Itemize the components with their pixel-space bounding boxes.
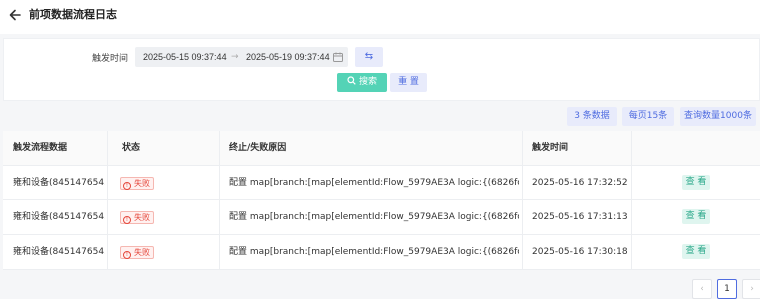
alert-icon: ! (123, 216, 131, 224)
trigger-time-label: 触发时间 (92, 54, 129, 64)
log-table: 触发流程数据 状态 终止/失败原因 触发时间 雍和设备(845147654...… (3, 131, 760, 270)
table-header (3, 131, 760, 165)
top-bar: 前项数据流程日志 (0, 0, 760, 34)
arrow-left-icon[interactable] (8, 8, 22, 22)
date-range-picker[interactable]: 2025-05-15 09:37:44 → 2025-05-19 09:37:4… (135, 47, 348, 67)
column-header-status: 状态 (122, 131, 141, 165)
status-badge: ! 失败 (120, 211, 154, 224)
view-button[interactable]: 查 看 (682, 175, 710, 190)
view-button[interactable]: 查 看 (682, 244, 710, 259)
page-number-1[interactable]: 1 (717, 279, 737, 299)
view-button[interactable]: 查 看 (682, 209, 710, 224)
end-date[interactable]: 2025-05-19 09:37:44 (246, 51, 330, 63)
next-page-button[interactable]: › (742, 279, 760, 299)
table-row-data: 雍和设备(845147654... (13, 178, 105, 188)
alert-icon: ! (123, 182, 131, 190)
table-row-reason: 配置 map[branch:[map[elementId:Flow_5979AE… (229, 247, 519, 257)
table-row-data: 雍和设备(845147654... (13, 212, 105, 222)
reset-button[interactable]: 重 置 (390, 73, 427, 92)
record-count-badge: 3 条数据 (567, 107, 617, 126)
table-row-reason: 配置 map[branch:[map[elementId:Flow_5979AE… (229, 178, 519, 188)
column-header-data: 触发流程数据 (13, 131, 68, 165)
calendar-icon (333, 52, 343, 62)
page-title: 前项数据流程日志 (29, 8, 117, 21)
page-size-button[interactable]: 每页15条 (622, 107, 674, 126)
query-limit-button[interactable]: 查询数量1000条 (680, 107, 756, 126)
table-row-time: 2025-05-16 17:30:18 (532, 247, 628, 257)
table-row-time: 2025-05-16 17:32:52 (532, 178, 628, 188)
table-row-reason: 配置 map[branch:[map[elementId:Flow_5979AE… (229, 212, 519, 222)
status-badge: ! 失败 (120, 177, 154, 190)
column-header-reason: 终止/失败原因 (229, 131, 287, 165)
status-badge: ! 失败 (120, 246, 154, 259)
search-label: 搜索 (358, 77, 377, 87)
search-icon (347, 76, 356, 85)
prev-page-button[interactable]: ‹ (692, 279, 712, 299)
alert-icon: ! (123, 251, 131, 259)
range-arrow-icon: → (231, 52, 239, 62)
table-row-time: 2025-05-16 17:31:13 (532, 212, 628, 222)
column-header-time: 触发时间 (532, 131, 569, 165)
swap-button[interactable]: ⇆ (355, 47, 383, 67)
swap-icon: ⇆ (364, 51, 374, 62)
start-date[interactable]: 2025-05-15 09:37:44 (143, 51, 227, 63)
table-row-data: 雍和设备(845147654... (13, 247, 105, 257)
search-button[interactable]: 搜索 (337, 73, 387, 92)
